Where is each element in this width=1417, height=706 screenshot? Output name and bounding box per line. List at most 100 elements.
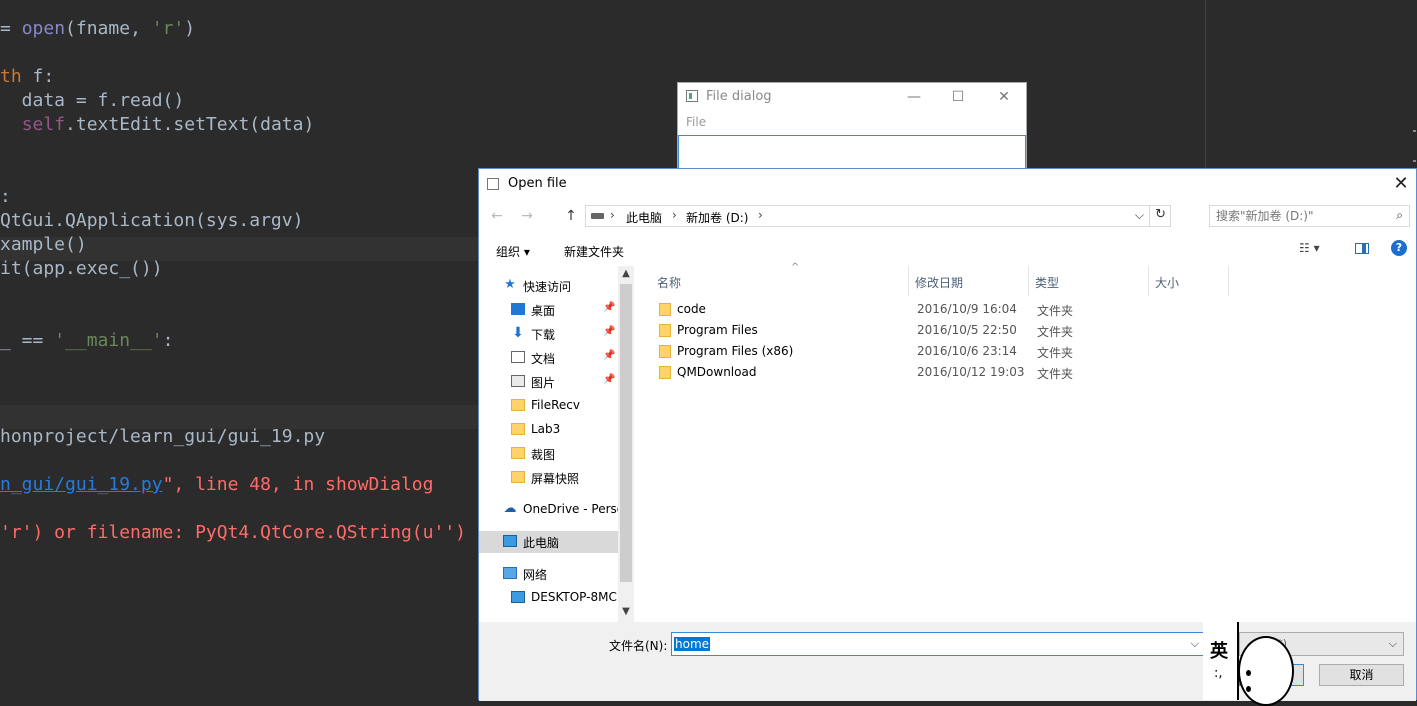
close-button[interactable]: ✕	[992, 85, 1016, 109]
code-token: '__main__'	[54, 330, 163, 351]
file-name: Program Files	[677, 323, 758, 337]
scroll-down-icon[interactable]: ▼	[618, 606, 634, 617]
file-type: 文件夹	[1037, 325, 1074, 339]
document-icon	[511, 351, 525, 363]
picture-icon	[511, 375, 525, 387]
up-arrow-icon[interactable]: ↑	[561, 206, 581, 226]
scroll-thumb[interactable]	[620, 284, 632, 582]
scroll-up-icon[interactable]: ▲	[618, 268, 634, 279]
minimize-button[interactable]: —	[902, 85, 926, 109]
folder-icon	[659, 366, 671, 379]
pin-icon[interactable]: 📌	[603, 302, 615, 313]
chevron-down-icon[interactable]: ⌵	[1191, 637, 1199, 651]
breadcrumb-drive-d[interactable]: 新加卷 (D:)	[686, 209, 748, 226]
code-line: QtGui.QApplication(sys.argv)	[0, 209, 303, 233]
new-folder-button[interactable]: 新建文件夹	[564, 243, 624, 260]
file-list[interactable]: 名称 ^ 修改日期 类型 大小 code 2016/10/9 16:04 文件夹 Pr…	[635, 262, 1416, 622]
sidebar-item[interactable]: FileRecv	[487, 395, 627, 417]
pin-icon[interactable]: 📌	[603, 350, 615, 361]
dialog-titlebar[interactable]: Open file ✕	[479, 169, 1416, 199]
breadcrumb-separator: ›	[610, 208, 615, 222]
navigation-pane[interactable]: ★ 快速访问 桌面 📌 ⬇ 下载 📌 文档 📌 图片 📌 FileRecv Lab3 裁图 屏幕快照 ☁ One…	[479, 266, 634, 622]
network-icon	[503, 567, 517, 579]
code-token: it(app.exec_())	[0, 258, 163, 279]
file-dialog-titlebar[interactable]: File dialog — ☐ ✕	[678, 83, 1026, 111]
sidebar-item-label: DESKTOP-8MC	[531, 590, 617, 604]
sidebar-item[interactable]: Lab3	[487, 419, 627, 441]
folder-icon	[511, 447, 525, 459]
sidebar-item[interactable]: 屏幕快照	[487, 467, 627, 489]
sidebar-item[interactable]: 裁图	[487, 443, 627, 465]
organize-button[interactable]: 组织 ▾	[496, 243, 530, 260]
search-input[interactable]	[1216, 208, 1386, 224]
file-type: 文件夹	[1037, 304, 1074, 318]
code-token: ", line 48, in showDialog	[162, 474, 434, 495]
dialog-toolbar: 组织 ▾ 新建文件夹 ☷ ▾ ?	[479, 235, 1416, 265]
ime-punct-mode: :,	[1214, 666, 1223, 681]
sidebar-item[interactable]: 此电脑	[479, 531, 618, 553]
sidebar-item[interactable]: ★ 快速访问	[479, 275, 619, 297]
code-line: data = f.read()	[0, 89, 185, 113]
column-header-type[interactable]: 类型	[1029, 266, 1149, 296]
sidebar-item[interactable]: 桌面 📌	[487, 299, 627, 321]
file-row[interactable]: code 2016/10/9 16:04 文件夹	[635, 299, 1235, 320]
address-bar[interactable]: › 此电脑 › 新加卷 (D:) › ⌵ ↻	[585, 205, 1171, 227]
file-date: 2016/10/9 16:04	[917, 302, 1017, 316]
open-file-dialog[interactable]: Open file ✕ ← → ↑ › 此电脑 › 新加卷 (D:) › ⌵ ↻…	[478, 168, 1417, 701]
file-type: 文件夹	[1037, 346, 1074, 360]
sidebar-item[interactable]: ☁ OneDrive - Perso	[479, 499, 625, 521]
sidebar-item[interactable]: 网络	[479, 563, 619, 585]
breadcrumb-this-pc[interactable]: 此电脑	[626, 209, 662, 226]
column-header-name[interactable]: 名称 ^	[651, 262, 909, 296]
sidebar-item[interactable]: DESKTOP-8MC	[487, 587, 627, 609]
desktop-icon	[511, 303, 525, 315]
code-token: self	[21, 114, 66, 135]
file-row[interactable]: QMDownload 2016/10/12 19:03 文件夹	[635, 362, 1235, 383]
view-options-icon[interactable]: ☷ ▾	[1299, 241, 1320, 255]
column-label: 类型	[1035, 276, 1060, 290]
chevron-down-icon[interactable]: ⌵	[1389, 637, 1397, 651]
navigation-scrollbar[interactable]: ▲ ▼	[618, 266, 634, 622]
code-line: self.textEdit.setText(data)	[0, 113, 315, 137]
file-dialog-window[interactable]: File dialog — ☐ ✕ File	[677, 82, 1027, 182]
pin-icon[interactable]: 📌	[603, 326, 615, 337]
chevron-down-icon[interactable]: ⌵	[1135, 208, 1144, 223]
search-box[interactable]: ⌕	[1209, 205, 1410, 227]
sidebar-item-label: OneDrive - Perso	[523, 502, 625, 516]
filename-input[interactable]: home ⌵	[671, 632, 1204, 656]
file-row[interactable]: Program Files 2016/10/5 22:50 文件夹	[635, 320, 1235, 341]
code-line: _ == '__main__':	[0, 329, 173, 353]
file-row[interactable]: Program Files (x86) 2016/10/6 23:14 文件夹	[635, 341, 1235, 362]
ime-status-widget[interactable]: 英 :,	[1203, 622, 1239, 700]
code-line: xample()	[0, 233, 87, 257]
pin-icon[interactable]: 📌	[603, 374, 615, 385]
sidebar-item[interactable]: 图片 📌	[487, 371, 627, 393]
back-arrow-icon[interactable]: ←	[487, 206, 507, 226]
forward-arrow-icon[interactable]: →	[517, 206, 537, 226]
sidebar-item[interactable]: 文档 📌	[487, 347, 627, 369]
column-header-date[interactable]: 修改日期	[909, 266, 1029, 296]
computer-icon	[511, 591, 525, 603]
code-token[interactable]: n_gui/gui_19.py	[0, 474, 163, 495]
filename-value[interactable]: home	[674, 637, 711, 651]
code-token: )	[184, 18, 196, 39]
column-header-size[interactable]: 大小	[1149, 266, 1229, 296]
dialog-title: Open file	[508, 176, 567, 191]
scroll-marker	[1413, 130, 1416, 132]
search-icon[interactable]: ⌕	[1396, 208, 1403, 223]
download-icon: ⬇	[512, 325, 524, 341]
mascot-eye	[1246, 670, 1251, 676]
refresh-icon[interactable]: ↻	[1155, 207, 1166, 222]
navigation-bar: ← → ↑ › 此电脑 › 新加卷 (D:) › ⌵ ↻ ⌕	[479, 203, 1416, 229]
sidebar-item[interactable]: ⬇ 下载 📌	[487, 323, 627, 345]
sidebar-item-label: Lab3	[531, 422, 561, 436]
menu-file[interactable]: File	[686, 115, 706, 129]
sidebar-item-label: 此电脑	[523, 536, 560, 550]
code-token: (fname,	[65, 18, 152, 39]
maximize-button[interactable]: ☐	[946, 85, 970, 109]
cancel-button[interactable]: 取消	[1319, 664, 1404, 686]
preview-pane-icon[interactable]	[1355, 243, 1369, 254]
code-token: honproject/learn_gui/gui_19.py	[0, 426, 326, 447]
close-button[interactable]: ✕	[1388, 171, 1414, 197]
help-icon[interactable]: ?	[1391, 240, 1407, 256]
